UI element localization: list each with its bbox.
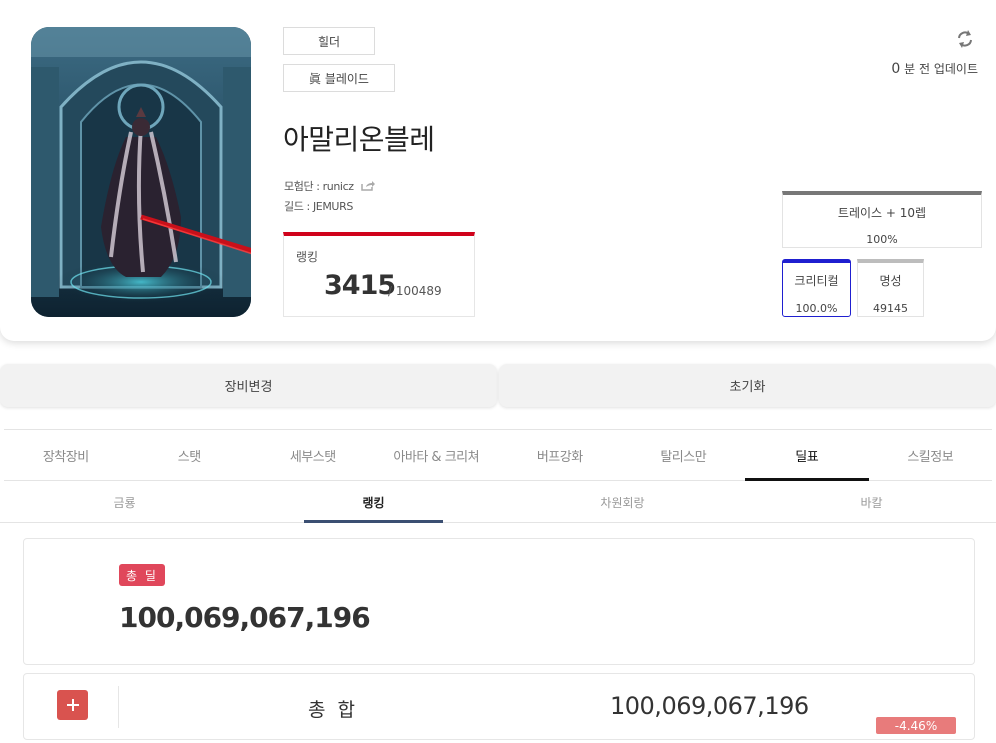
tab-detail-stats[interactable]: 세부스탯 bbox=[251, 430, 375, 480]
update-minutes: 0 bbox=[891, 61, 901, 77]
critical-label: 크리티컬 bbox=[794, 274, 839, 288]
critical-stat-box: 크리티컬 100.0% bbox=[782, 259, 851, 317]
job-tag: 힐더 bbox=[283, 27, 375, 55]
subtab-gold-dragon[interactable]: 금룡 bbox=[0, 482, 249, 522]
subtab-bakal[interactable]: 바칼 bbox=[747, 482, 996, 522]
plus-icon bbox=[66, 699, 79, 711]
critical-value: 100.0% bbox=[795, 302, 838, 315]
update-status: 0 분 전 업데이트 bbox=[891, 60, 978, 77]
character-profile-card: 힐더 眞 블레이드 아말리온블레 모험단 : runicz 길드 : JEMUR… bbox=[0, 0, 996, 341]
divider bbox=[118, 686, 119, 728]
tab-buff-enhance[interactable]: 버프강화 bbox=[498, 430, 622, 480]
tab-avatar-creature[interactable]: 아바타 & 크리쳐 bbox=[375, 430, 499, 480]
trace-value: 100% bbox=[866, 233, 898, 246]
total-damage-badge: 총 딜 bbox=[119, 564, 165, 586]
refresh-icon[interactable] bbox=[955, 29, 975, 49]
damage-sum-row: 총 합 100,069,067,196 -4.46% bbox=[23, 673, 975, 740]
tab-skill-info[interactable]: 스킬정보 bbox=[869, 430, 993, 480]
tab-stats[interactable]: 스탯 bbox=[128, 430, 252, 480]
character-name: 아말리온블레 bbox=[283, 123, 435, 156]
diff-percent-badge: -4.46% bbox=[876, 717, 956, 734]
main-tab-bar: 장착장비 스탯 세부스탯 아바타 & 크리쳐 버프강화 탈리스만 딜표 스킬정보 bbox=[4, 429, 992, 481]
guild-text: 길드 : JEMURS bbox=[284, 200, 353, 213]
total-damage-value: 100,069,067,196 bbox=[119, 601, 371, 634]
adventure-group-text: 모험단 : runicz bbox=[284, 180, 354, 193]
subtab-ranking[interactable]: 랭킹 bbox=[249, 482, 498, 523]
fame-label: 명성 bbox=[879, 274, 902, 288]
adventure-group-row: 모험단 : runicz bbox=[284, 178, 375, 194]
total-damage-panel: 총 딜 100,069,067,196 bbox=[23, 538, 975, 665]
tab-damage-chart[interactable]: 딜표 bbox=[745, 430, 869, 481]
advancement-tag: 眞 블레이드 bbox=[283, 64, 395, 92]
sum-value: 100,069,067,196 bbox=[610, 692, 809, 720]
ranking-total: / 100489 bbox=[388, 284, 442, 298]
page: 힐더 眞 블레이드 아말리온블레 모험단 : runicz 길드 : JEMUR… bbox=[0, 0, 996, 743]
fame-value: 49145 bbox=[873, 302, 908, 315]
sub-tab-bar: 금룡 랭킹 차원회랑 바칼 bbox=[0, 482, 996, 523]
ranking-box: 랭킹 3415 / 100489 bbox=[283, 232, 475, 317]
fame-stat-box: 명성 49145 bbox=[857, 259, 924, 317]
subtab-dimension-corridor[interactable]: 차원회랑 bbox=[498, 482, 747, 522]
character-portrait bbox=[31, 27, 251, 317]
tab-equipment[interactable]: 장착장비 bbox=[4, 430, 128, 480]
share-icon[interactable] bbox=[360, 180, 375, 191]
update-suffix: 분 전 업데이트 bbox=[904, 62, 978, 76]
equip-change-button[interactable]: 장비변경 bbox=[0, 364, 497, 407]
trace-stat-box: 트레이스 + 10렙 100% bbox=[782, 191, 982, 248]
sum-label: 총 합 bbox=[308, 699, 358, 721]
reset-button[interactable]: 초기화 bbox=[499, 364, 996, 407]
ranking-value: 3415 bbox=[324, 270, 396, 301]
trace-label: 트레이스 + 10렙 bbox=[837, 206, 927, 220]
tab-talisman[interactable]: 탈리스만 bbox=[622, 430, 746, 480]
ranking-label: 랭킹 bbox=[296, 250, 319, 264]
expand-plus-button[interactable] bbox=[57, 690, 88, 720]
